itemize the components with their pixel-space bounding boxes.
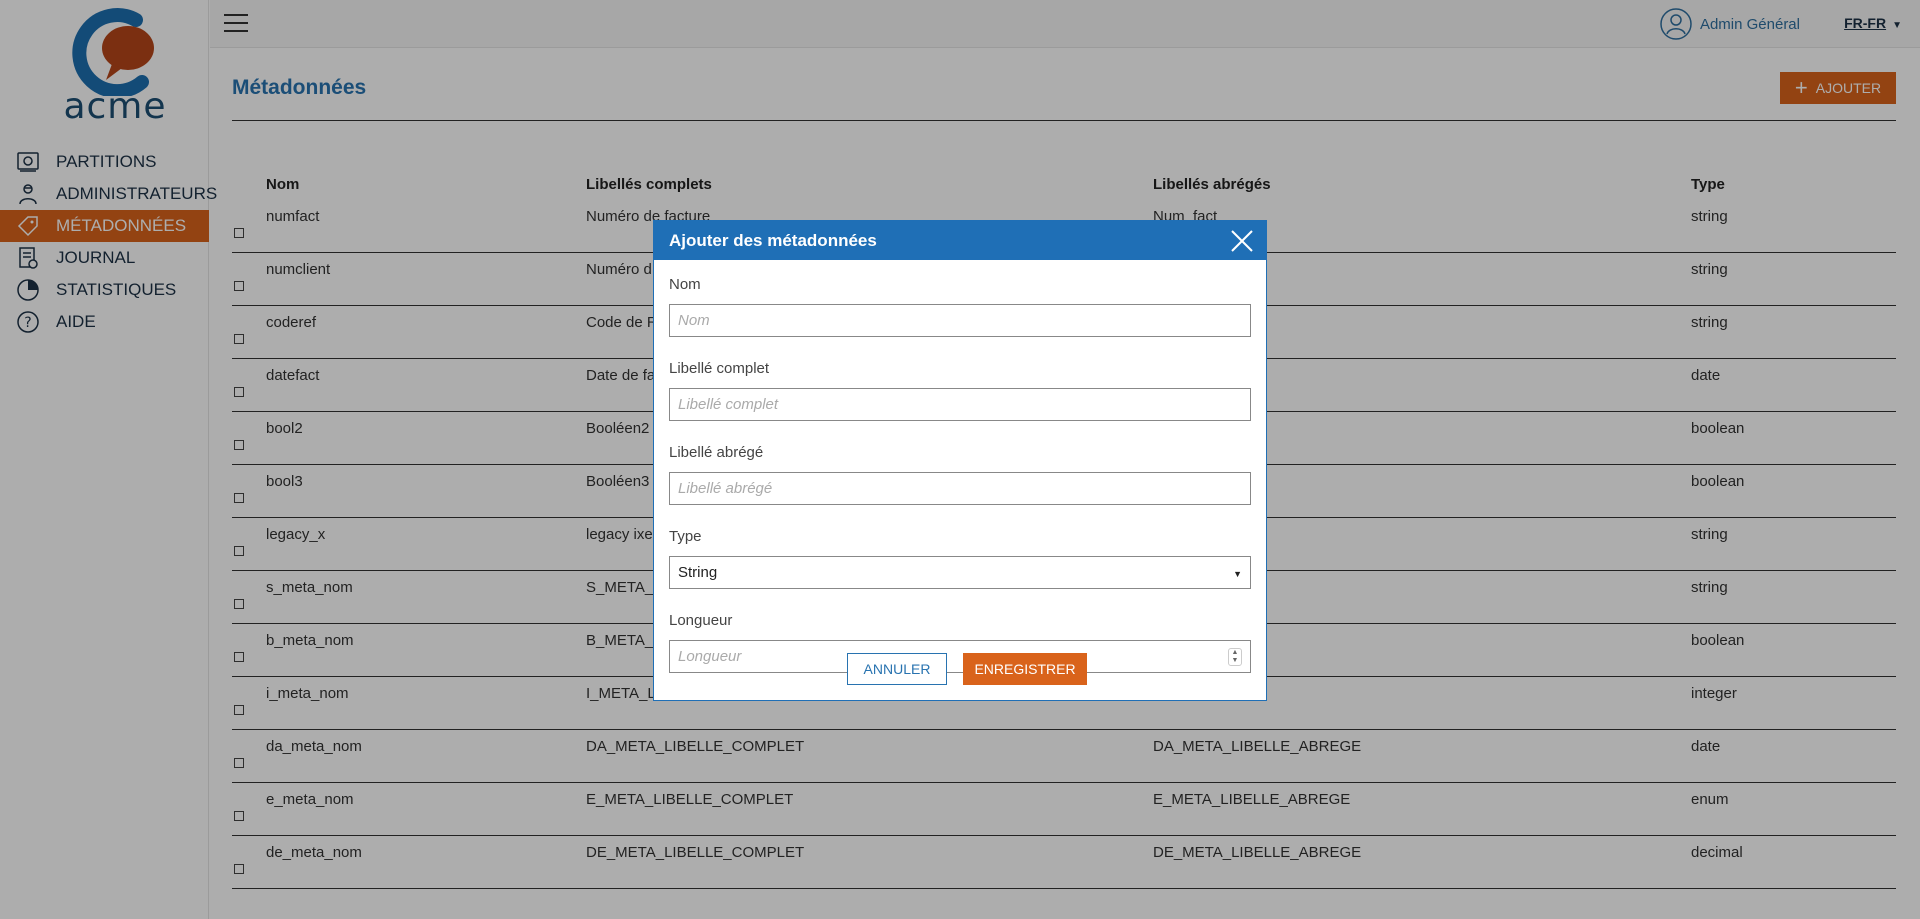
nom-label: Nom — [669, 276, 701, 293]
longueur-label: Longueur — [669, 612, 733, 629]
dialog-actions: ANNULER ENREGISTRER — [654, 653, 1266, 685]
libelle-abrege-input[interactable] — [669, 472, 1251, 505]
dialog-header: Ajouter des métadonnées — [654, 221, 1266, 260]
dialog-body: Nom Libellé complet Libellé abrégé Type … — [654, 260, 1266, 673]
add-metadata-dialog: Ajouter des métadonnées Nom Libellé comp… — [653, 220, 1267, 701]
cancel-button[interactable]: ANNULER — [847, 653, 947, 685]
nom-input[interactable] — [669, 304, 1251, 337]
dialog-title: Ajouter des métadonnées — [669, 230, 877, 250]
close-icon[interactable] — [1230, 229, 1254, 253]
type-label: Type — [669, 528, 702, 545]
save-button[interactable]: ENREGISTRER — [963, 653, 1087, 685]
libelle-complet-input[interactable] — [669, 388, 1251, 421]
chevron-down-icon: ▼ — [1233, 569, 1242, 579]
libelle-abrege-label: Libellé abrégé — [669, 444, 764, 461]
type-select[interactable]: String ▼ — [669, 556, 1251, 589]
libelle-complet-label: Libellé complet — [669, 360, 770, 377]
type-select-value: String — [678, 564, 718, 581]
